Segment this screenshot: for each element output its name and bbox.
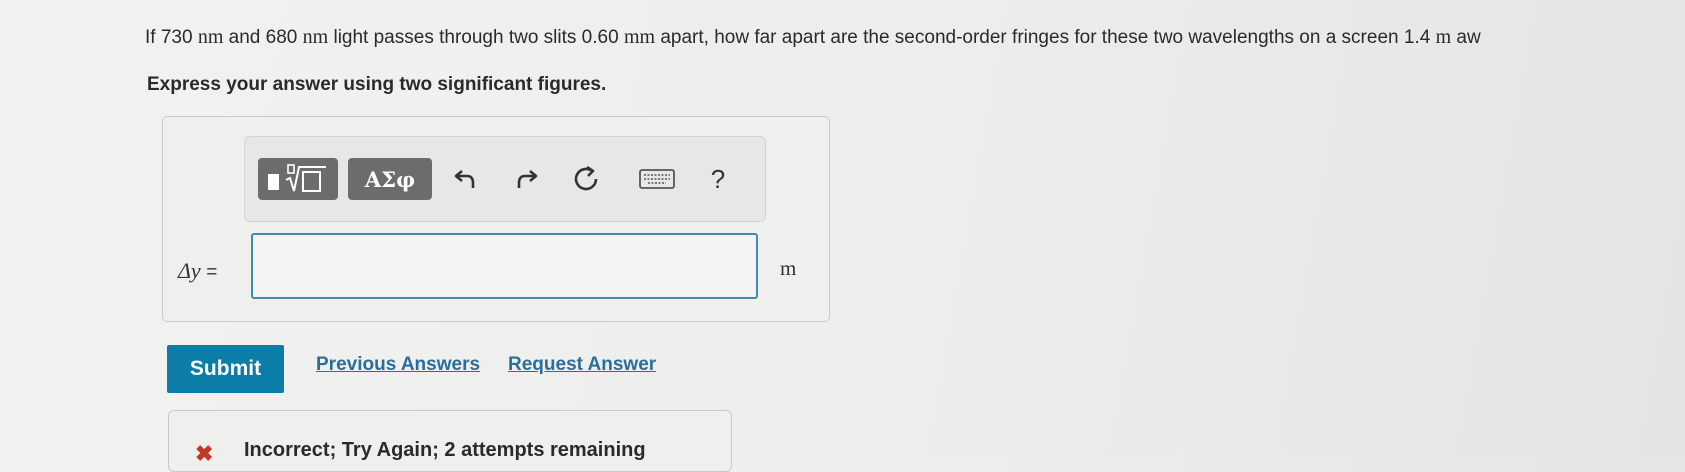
- question-part: and: [223, 27, 266, 48]
- instruction-text: Express your answer using two significan…: [147, 74, 607, 95]
- submit-button[interactable]: Submit: [167, 345, 284, 393]
- redo-icon: [517, 170, 538, 188]
- greek-symbols-button[interactable]: ΑΣφ: [348, 158, 432, 200]
- answer-input[interactable]: [251, 233, 758, 299]
- question-part: light passes through two slits: [328, 27, 582, 48]
- answer-variable-label: Δy =: [178, 258, 217, 284]
- greek-symbols-label: ΑΣφ: [364, 166, 416, 192]
- question-part: If: [145, 27, 161, 48]
- undo-icon: [454, 170, 475, 188]
- keyboard-button[interactable]: [637, 163, 677, 195]
- reset-button[interactable]: [570, 163, 602, 195]
- previous-answers-link[interactable]: Previous Answers: [316, 354, 480, 376]
- redo-button[interactable]: [510, 163, 542, 195]
- wavelength-1-unit: nm: [197, 26, 224, 48]
- reset-icon: [574, 165, 598, 191]
- wavelength-2-unit: nm: [302, 26, 329, 48]
- question-part: aw: [1451, 27, 1481, 48]
- screen-distance-unit: m: [1435, 26, 1452, 48]
- feedback-text: Incorrect; Try Again; 2 attempts remaini…: [244, 439, 646, 461]
- help-button[interactable]: ?: [702, 163, 734, 195]
- equals-sign: =: [206, 262, 218, 283]
- feedback-panel: ✖ Incorrect; Try Again; 2 attempts remai…: [168, 410, 732, 472]
- wavelength-2-value: 680: [265, 27, 298, 48]
- keyboard-icon: [639, 169, 675, 189]
- question-part: apart, how far apart are the second-orde…: [655, 27, 1404, 48]
- undo-button[interactable]: [450, 163, 482, 195]
- math-toolbar: ΑΣφ ?: [244, 136, 766, 222]
- request-answer-link[interactable]: Request Answer: [508, 354, 656, 376]
- slit-separation-value: 0.60: [581, 27, 619, 48]
- help-icon: ?: [710, 163, 726, 194]
- variable-name: Δy: [178, 258, 201, 283]
- wavelength-1-value: 730: [160, 27, 193, 48]
- template-icon: [268, 164, 326, 192]
- question-text: If 730 nm and 680 nm light passes throug…: [145, 26, 1685, 49]
- screen-distance-value: 1.4: [1403, 27, 1431, 48]
- template-button[interactable]: [258, 158, 338, 200]
- x-icon: ✖: [195, 441, 214, 466]
- answer-unit: m: [780, 256, 797, 280]
- slit-separation-unit: mm: [623, 26, 656, 48]
